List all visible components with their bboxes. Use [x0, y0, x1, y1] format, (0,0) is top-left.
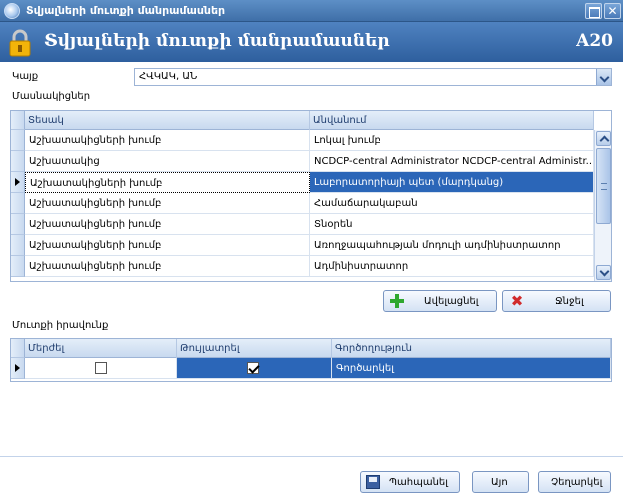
cell-type: Աշխատակիցների խումբ — [25, 193, 310, 214]
lock-icon — [9, 29, 31, 57]
scroll-thumb[interactable] — [596, 148, 611, 224]
row-indicator[interactable] — [11, 130, 25, 151]
dialog-header: Տվյալների մուտքի մանրամասներ A20 — [0, 22, 623, 62]
cell-type: Աշխատակիցների խումբ — [25, 235, 310, 256]
place-value: ՀՎԿԱԿ, ԱՆ — [139, 71, 198, 82]
header-indicator — [11, 339, 25, 358]
ok-button-label: Այո — [491, 477, 508, 488]
access-grid: Մերժել Թույլատրել Գործողություն Գործարկե… — [10, 338, 612, 382]
save-button-label: Պահպանել — [389, 477, 448, 488]
cancel-button[interactable]: Չեղարկել — [538, 471, 611, 493]
cell-name: Առողջապահության մոդուլի ադմինիստրատոր — [310, 235, 594, 256]
deny-cell[interactable] — [25, 358, 177, 379]
plus-icon — [390, 294, 404, 308]
participants-scrollbar[interactable] — [594, 130, 611, 281]
delete-button-label: Ջնջել — [555, 296, 584, 307]
title-bar: Տվյալների մուտքի մանրամասներ ✕ — [0, 0, 623, 22]
maximize-icon[interactable] — [585, 3, 602, 19]
save-button[interactable]: Պահպանել — [360, 471, 460, 493]
cell-type: Աշխատակիցների խումբ — [25, 172, 310, 193]
participants-grid: Տեսակ Անվանում Աշխատակիցների խումբ Լոկալ… — [10, 110, 612, 282]
access-label: Մուտքի իրավունք — [12, 320, 109, 331]
dialog-footer: Պահպանել Այո Չեղարկել — [0, 456, 623, 500]
column-type[interactable]: Տեսակ — [25, 111, 310, 130]
save-icon — [366, 475, 380, 489]
add-button-label: Ավելացնել — [424, 296, 479, 307]
column-deny[interactable]: Մերժել — [25, 339, 177, 358]
current-row-indicator[interactable] — [11, 358, 25, 379]
row-indicator[interactable] — [11, 214, 25, 235]
cell-type: Աշխատակիցների խումբ — [25, 130, 310, 151]
chevron-down-icon[interactable] — [596, 69, 611, 85]
action-cell: Գործարկել — [332, 358, 611, 379]
place-combobox[interactable]: ՀՎԿԱԿ, ԱՆ — [134, 68, 612, 86]
window-title: Տվյալների մուտքի մանրամասներ — [26, 4, 226, 17]
cell-type: Աշխատակից — [25, 151, 310, 172]
add-button[interactable]: Ավելացնել — [383, 290, 497, 312]
row-indicator[interactable] — [11, 151, 25, 172]
app-icon — [4, 3, 20, 19]
grid-header: Տեսակ Անվանում — [11, 111, 594, 130]
place-label: Կայք — [12, 71, 39, 82]
header-indicator — [11, 111, 25, 130]
allow-cell[interactable] — [177, 358, 332, 379]
deny-checkbox[interactable] — [95, 362, 107, 374]
cell-name: Համաճարակաբան — [310, 193, 594, 214]
cell-type: Աշխատակիցների խումբ — [25, 256, 310, 277]
close-icon[interactable]: ✕ — [604, 3, 621, 19]
cell-name: NCDCP-central Administrator NCDCP-centra… — [310, 151, 594, 172]
current-row-indicator[interactable] — [11, 172, 25, 193]
delete-button[interactable]: ✖ Ջնջել — [502, 290, 611, 312]
x-icon: ✖ — [510, 292, 524, 310]
column-name[interactable]: Անվանում — [310, 111, 594, 130]
row-indicator[interactable] — [11, 193, 25, 214]
cell-name: Լոկալ խումբ — [310, 130, 594, 151]
form-code: A20 — [576, 31, 613, 51]
column-action[interactable]: Գործողություն — [332, 339, 611, 358]
cell-name: Ադմինիստրատոր — [310, 256, 594, 277]
column-allow[interactable]: Թույլատրել — [177, 339, 332, 358]
scroll-up-icon[interactable] — [596, 131, 611, 146]
cancel-button-label: Չեղարկել — [551, 477, 603, 488]
cell-type: Աշխատակիցների խումբ — [25, 214, 310, 235]
allow-checkbox[interactable] — [247, 362, 259, 374]
access-grid-header: Մերժել Թույլատրել Գործողություն — [11, 339, 611, 358]
row-indicator[interactable] — [11, 256, 25, 277]
cell-name: Լաբորատորիայի պետ (մարդկանց) — [310, 172, 594, 193]
ok-button[interactable]: Այո — [472, 471, 529, 493]
cell-name: Տնօրեն — [310, 214, 594, 235]
scroll-down-icon[interactable] — [596, 265, 611, 280]
row-indicator[interactable] — [11, 235, 25, 256]
dialog-content: Կայք ՀՎԿԱԿ, ԱՆ Մասնակիցներ Տեսակ Անվանու… — [0, 62, 623, 500]
participants-label: Մասնակիցներ — [12, 91, 91, 102]
header-title: Տվյալների մուտքի մանրամասներ — [44, 31, 390, 51]
